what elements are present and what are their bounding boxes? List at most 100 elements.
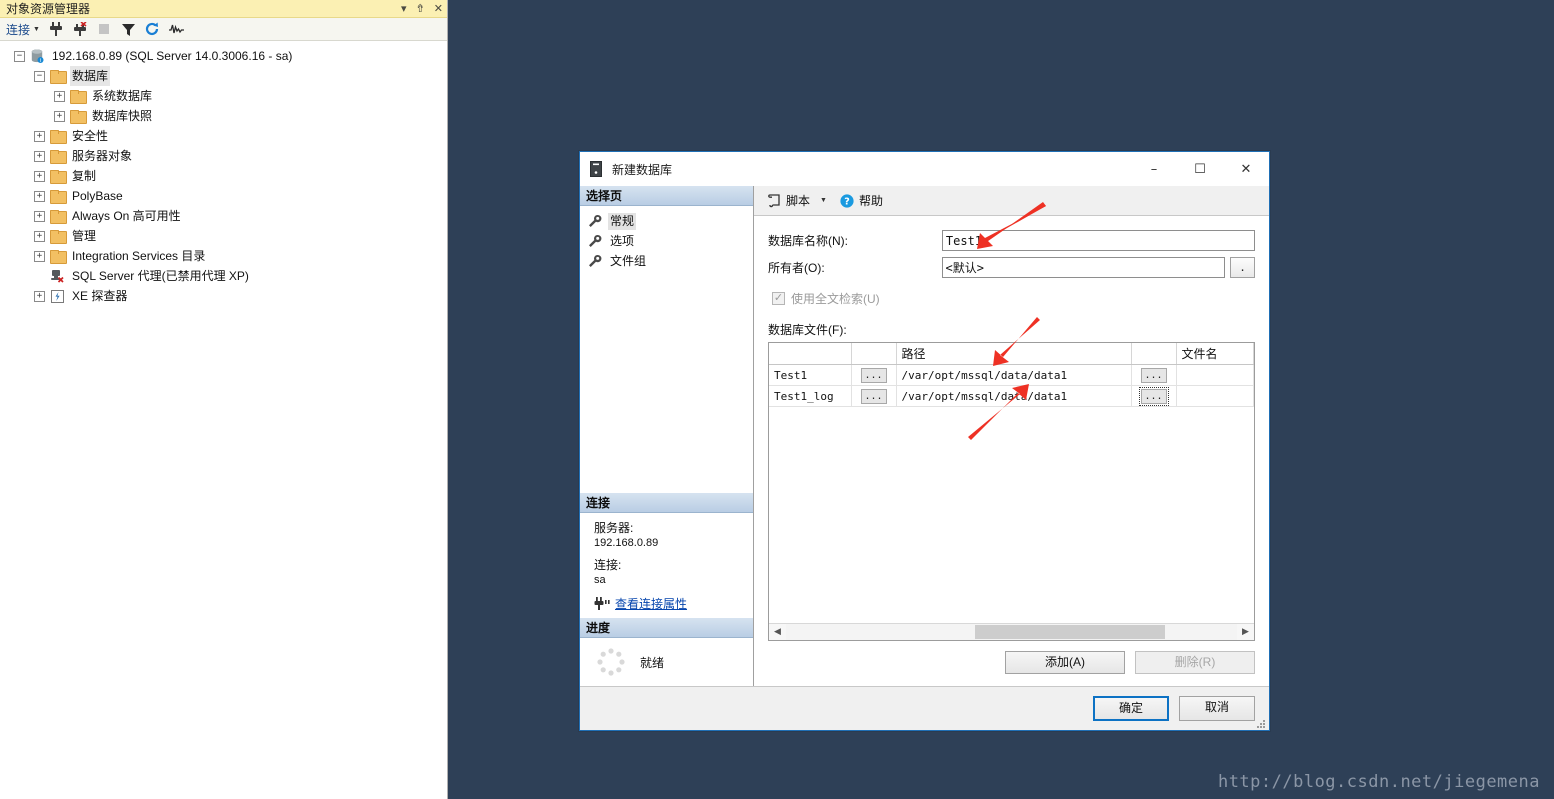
select-page-item-label: 常规	[608, 212, 637, 230]
connect-icon[interactable]	[49, 22, 64, 37]
grid-col-file-name[interactable]: 文件名	[1176, 343, 1254, 365]
check-icon: ✓	[773, 292, 784, 304]
view-connection-properties-link[interactable]: 查看连接属性	[615, 595, 687, 612]
resize-grip[interactable]	[1256, 718, 1266, 728]
fulltext-checkbox: ✓	[772, 292, 785, 305]
cell-browse-2: ...	[1131, 385, 1177, 407]
progress-header: 进度	[580, 618, 753, 638]
db-name-input[interactable]	[941, 230, 1255, 251]
connect-menu-button[interactable]: 连接 ▼	[6, 21, 40, 38]
expander-icon[interactable]: +	[34, 170, 45, 182]
chevron-down-icon[interactable]: ▼	[820, 197, 827, 204]
expander-icon[interactable]: −	[14, 50, 25, 62]
row-path-browse-button[interactable]: ...	[1138, 386, 1169, 406]
grid-col-path[interactable]: 路径	[896, 343, 1132, 365]
tree-node-label: 系统数据库	[92, 89, 153, 103]
cell-path[interactable]: /var/opt/mssql/data/data1	[896, 385, 1132, 407]
expander-icon[interactable]: +	[34, 230, 45, 242]
tree-node-replication[interactable]: + 复制	[0, 166, 447, 186]
expander-icon[interactable]: +	[34, 190, 45, 202]
cell-path[interactable]: /var/opt/mssql/data/data1	[896, 364, 1132, 386]
fulltext-checkbox-row[interactable]: ✓ 使用全文检索(U)	[772, 290, 1255, 307]
help-button[interactable]: ? 帮助	[837, 192, 886, 209]
script-button[interactable]: 脚本	[764, 192, 813, 209]
activity-monitor-icon[interactable]	[168, 22, 184, 37]
select-page-item-label: 文件组	[610, 253, 647, 268]
disconnect-icon[interactable]	[73, 22, 88, 37]
grid-col-logical-name[interactable]	[769, 343, 852, 365]
tree-node-management[interactable]: + 管理	[0, 226, 447, 246]
tree-node-xe-profiler[interactable]: + XE 探查器	[0, 286, 447, 306]
table-row[interactable]: Test1_log ... /var/opt/mssql/data/data1 …	[769, 385, 1254, 407]
cancel-button[interactable]: 取消	[1179, 696, 1255, 721]
tree-node-integration-services[interactable]: + Integration Services 目录	[0, 246, 447, 266]
select-page-item-options[interactable]: 选项	[588, 231, 753, 251]
folder-icon	[49, 228, 67, 244]
dialog-titlebar[interactable]: 新建数据库 – ☐ ✕	[580, 152, 1269, 186]
tree-node-label: 复制	[72, 169, 97, 183]
cell-file-name[interactable]	[1176, 385, 1254, 407]
tree-node-server-objects[interactable]: + 服务器对象	[0, 146, 447, 166]
expander-icon[interactable]: +	[34, 290, 45, 302]
select-page-item-general[interactable]: 常规	[588, 211, 753, 231]
folder-icon	[69, 108, 87, 124]
expander-icon[interactable]: −	[34, 70, 45, 82]
row-path-browse-button[interactable]: ...	[1140, 367, 1167, 383]
expander-icon[interactable]: +	[34, 210, 45, 222]
expander-icon[interactable]: +	[34, 250, 45, 262]
tree-node-polybase[interactable]: + PolyBase	[0, 186, 447, 206]
row-browse-button[interactable]: ...	[860, 388, 887, 404]
scrollbar-thumb[interactable]	[975, 625, 1165, 639]
dialog-left-pane: 选择页 常规 选项 文件组 连接 服务器: 192.168.0.89 连接: s…	[580, 186, 754, 686]
spinner-icon	[596, 647, 626, 677]
row-browse-button[interactable]: ...	[860, 367, 887, 383]
cell-browse-1: ...	[851, 364, 897, 386]
expander-icon[interactable]: +	[54, 90, 65, 102]
tree-node-server[interactable]: − i 192.168.0.89 (SQL Server 14.0.3006.1…	[0, 46, 447, 66]
pin-icon[interactable]: ⇮	[416, 0, 425, 18]
ok-button[interactable]: 确定	[1093, 696, 1169, 721]
tree-node-security[interactable]: + 安全性	[0, 126, 447, 146]
refresh-icon[interactable]	[145, 22, 160, 37]
script-label: 脚本	[786, 194, 811, 208]
cell-file-name[interactable]	[1176, 364, 1254, 386]
tree-node-label: Integration Services 目录	[72, 249, 206, 263]
folder-icon	[49, 168, 67, 184]
tree-node-sql-server-agent[interactable]: SQL Server 代理(已禁用代理 XP)	[0, 266, 447, 286]
connection-section: 连接 服务器: 192.168.0.89 连接: sa 查看连接属性	[580, 493, 753, 618]
add-file-button[interactable]: 添加(A)	[1005, 651, 1125, 674]
select-page-list: 常规 选项 文件组	[580, 206, 753, 271]
owner-browse-button[interactable]: .	[1230, 257, 1255, 278]
folder-icon	[69, 88, 87, 104]
close-button[interactable]: ✕	[1223, 152, 1269, 186]
tree-node-always-on[interactable]: + Always On 高可用性	[0, 206, 447, 226]
grid-header-row: 路径 文件名	[769, 343, 1254, 365]
cell-logical-name[interactable]: Test1	[769, 364, 852, 386]
grid-action-buttons: 添加(A) 删除(R)	[768, 651, 1255, 686]
tree-node-label: 192.168.0.89 (SQL Server 14.0.3006.16 - …	[52, 49, 293, 63]
owner-input[interactable]	[941, 257, 1226, 278]
tree-node-databases[interactable]: − 数据库	[0, 66, 447, 86]
tree-node-system-databases[interactable]: + 系统数据库	[0, 86, 447, 106]
dropdown-icon[interactable]: ▾	[401, 0, 407, 18]
maximize-button[interactable]: ☐	[1177, 152, 1223, 186]
connection-header: 连接	[580, 493, 753, 513]
expander-icon[interactable]: +	[34, 150, 45, 162]
tree-node-label: 数据库快照	[92, 109, 153, 123]
close-icon[interactable]: ✕	[434, 0, 443, 18]
tree-node-database-snapshots[interactable]: + 数据库快照	[0, 106, 447, 126]
filter-icon[interactable]	[121, 22, 136, 37]
grid-horizontal-scrollbar[interactable]: ◀ ▶	[769, 623, 1254, 640]
select-page-item-filegroups[interactable]: 文件组	[588, 251, 753, 271]
xe-profiler-icon	[49, 288, 65, 304]
scroll-right-icon[interactable]: ▶	[1237, 624, 1254, 640]
minimize-button[interactable]: –	[1131, 152, 1177, 186]
folder-icon	[49, 128, 67, 144]
expander-icon[interactable]: +	[54, 110, 65, 122]
scrollbar-track[interactable]	[786, 624, 1237, 640]
dialog-body: 选择页 常规 选项 文件组 连接 服务器: 192.168.0.89 连接: s…	[580, 186, 1269, 686]
table-row[interactable]: Test1 ... /var/opt/mssql/data/data1 ...	[769, 364, 1254, 386]
scroll-left-icon[interactable]: ◀	[769, 624, 786, 640]
cell-logical-name[interactable]: Test1_log	[769, 385, 852, 407]
expander-icon[interactable]: +	[34, 130, 45, 142]
